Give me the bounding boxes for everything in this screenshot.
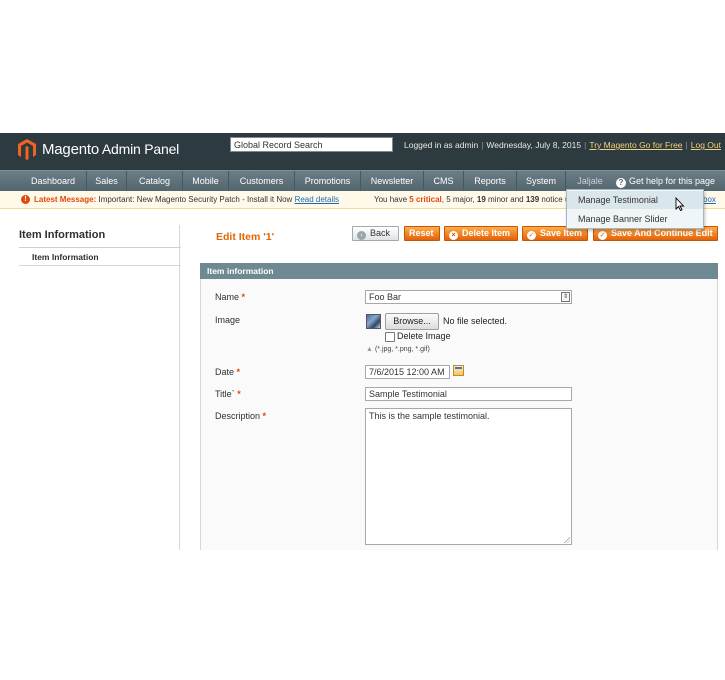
- logo-text: Magento Admin Panel: [42, 141, 180, 158]
- image-thumbnail[interactable]: [366, 314, 381, 329]
- nav-sales[interactable]: Sales: [87, 171, 127, 191]
- header-user-info: Logged in as admin | Wednesday, July 8, 20…: [404, 140, 721, 150]
- browse-button[interactable]: Browse...: [385, 313, 439, 330]
- nav-cms[interactable]: CMS: [424, 171, 464, 191]
- magento-logo-icon: [18, 139, 36, 160]
- title-label: Title` *: [215, 389, 241, 399]
- name-field-widget-icon[interactable]: ⇕: [561, 292, 570, 302]
- global-search-input[interactable]: [230, 137, 393, 152]
- menu-item-manage-banner-slider[interactable]: Manage Banner Slider: [567, 210, 703, 228]
- reset-button[interactable]: Reset: [404, 226, 440, 241]
- header-bar: Magento Admin Panel Logged in as admin|W…: [0, 133, 725, 170]
- name-input[interactable]: [365, 290, 572, 304]
- sidebar-tab-item-information[interactable]: Item Information: [19, 248, 181, 266]
- sidebar-title: Item Information: [19, 229, 106, 241]
- nav-catalog[interactable]: Catalog: [127, 171, 183, 191]
- logout-link[interactable]: Log Out: [691, 140, 721, 150]
- delete-image-checkbox[interactable]: [385, 332, 395, 342]
- title-input[interactable]: [365, 387, 572, 401]
- nav-system[interactable]: System: [517, 171, 566, 191]
- help-icon: ?: [616, 178, 626, 188]
- main-nav: Dashboard Sales Catalog Mobile Customers…: [0, 170, 725, 191]
- delete-item-button[interactable]: × Delete Item: [444, 226, 518, 241]
- header-date: Wednesday, July 8, 2015: [486, 140, 582, 150]
- notification-summary: You have 5 critical, 5 major, 19 minor a…: [374, 195, 570, 204]
- no-file-text: No file selected.: [443, 316, 508, 326]
- page-title: Edit Item '1': [216, 231, 275, 243]
- nav-newsletter[interactable]: Newsletter: [361, 171, 424, 191]
- date-input[interactable]: [365, 365, 450, 379]
- date-label: Date *: [215, 367, 241, 377]
- latest-message: Latest Message: Important: New Magento S…: [34, 195, 340, 204]
- image-label: Image: [215, 315, 241, 325]
- inbox-link[interactable]: box: [703, 195, 716, 204]
- back-button[interactable]: ‹ Back: [352, 226, 399, 241]
- nav-mobile[interactable]: Mobile: [183, 171, 229, 191]
- section-header: Item information: [200, 263, 718, 279]
- warning-icon: !: [21, 195, 30, 204]
- delete-image-label: Delete Image: [397, 331, 451, 341]
- name-label: Name *: [215, 292, 246, 302]
- save-check-icon: ✓: [527, 231, 536, 240]
- note-arrow-icon: ▲: [366, 346, 373, 353]
- read-details-link[interactable]: Read details: [295, 195, 339, 204]
- nav-dashboard[interactable]: Dashboard: [20, 171, 87, 191]
- nav-promotions[interactable]: Promotions: [295, 171, 361, 191]
- back-arrow-icon: ‹: [357, 231, 366, 240]
- sidebar-border: [179, 225, 180, 550]
- save-continue-check-icon: ✓: [598, 231, 607, 240]
- delete-icon: ×: [449, 231, 458, 240]
- logged-in-text: Logged in as admin: [404, 140, 479, 150]
- nav-customers[interactable]: Customers: [229, 171, 295, 191]
- help-link[interactable]: ? Get help for this page: [616, 171, 715, 191]
- mouse-cursor-icon: [675, 197, 685, 211]
- calendar-icon[interactable]: [453, 365, 464, 376]
- image-format-note: ▲ (*.jpg, *.png, *.gif): [366, 346, 430, 353]
- jaljale-dropdown-menu: Manage Testimonial Manage Banner Slider: [566, 189, 704, 229]
- try-magento-link[interactable]: Try Magento Go for Free: [589, 140, 682, 150]
- resize-grip-icon[interactable]: [564, 537, 570, 543]
- admin-window: Magento Admin Panel Logged in as admin|W…: [0, 133, 725, 550]
- nav-reports[interactable]: Reports: [464, 171, 517, 191]
- description-label: Description *: [215, 411, 267, 421]
- nav-jaljale[interactable]: Jaljale: [566, 171, 614, 191]
- description-textarea[interactable]: This is the sample testimonial.: [365, 408, 572, 545]
